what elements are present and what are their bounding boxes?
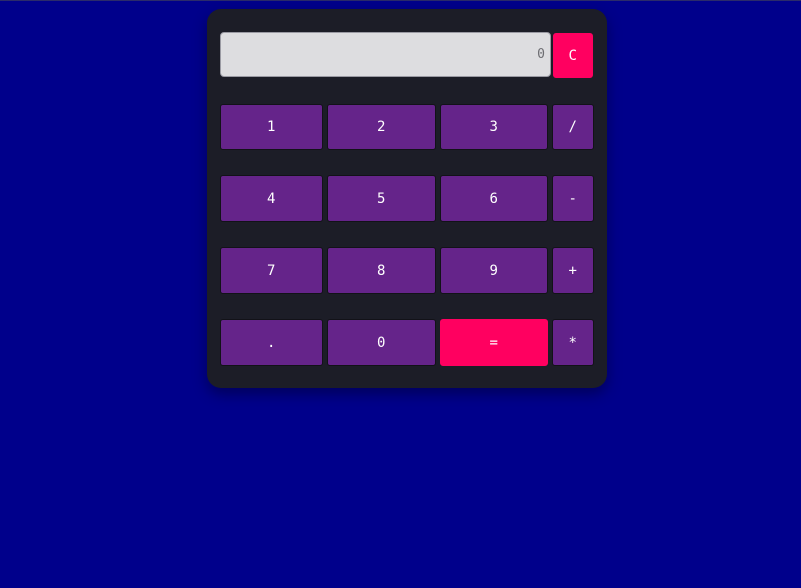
digit-2-button[interactable]: 2	[327, 104, 436, 150]
display-screen: 0	[220, 32, 551, 77]
digit-8-button[interactable]: 8	[327, 247, 436, 294]
decimal-button[interactable]: .	[220, 319, 323, 366]
top-border	[0, 0, 801, 1]
multiply-button[interactable]: *	[552, 319, 594, 366]
digit-5-button[interactable]: 5	[327, 175, 436, 222]
minus-button[interactable]: -	[552, 175, 594, 222]
divide-button[interactable]: /	[552, 104, 594, 150]
digit-9-button[interactable]: 9	[440, 247, 548, 294]
equals-button[interactable]: =	[440, 319, 548, 366]
digit-3-button[interactable]: 3	[440, 104, 548, 150]
calculator-panel: 0 C 1 2 3 / 4 5 6 - 7 8 9 + . 0 = *	[207, 9, 607, 388]
digit-1-button[interactable]: 1	[220, 104, 323, 150]
digit-6-button[interactable]: 6	[440, 175, 548, 222]
digit-4-button[interactable]: 4	[220, 175, 323, 222]
clear-button[interactable]: C	[553, 33, 593, 78]
plus-button[interactable]: +	[552, 247, 594, 294]
digit-7-button[interactable]: 7	[220, 247, 323, 294]
display-value: 0	[537, 47, 545, 62]
digit-0-button[interactable]: 0	[327, 319, 436, 366]
